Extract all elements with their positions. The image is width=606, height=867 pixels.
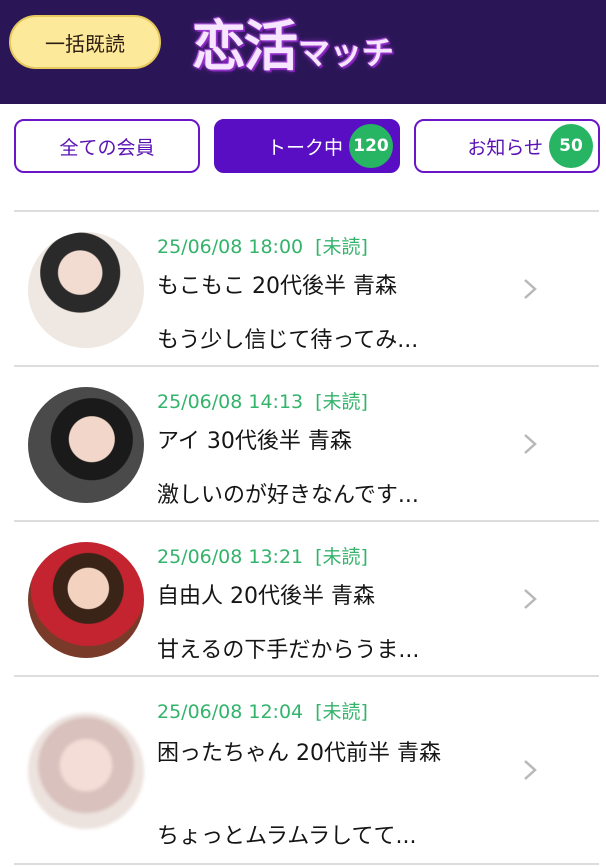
message-preview: ちょっとムラムラしてて... (157, 824, 417, 849)
chevron-right-icon (524, 760, 537, 780)
chevron-right-icon (524, 279, 537, 299)
message-timestamp: 25/06/08 13:21 [未読] (157, 542, 368, 569)
tab-all-members[interactable]: 全ての会員 (14, 119, 200, 173)
app-header: 一括既読 恋活 マッチ (0, 0, 606, 104)
tab-notifications-label: お知らせ (467, 136, 543, 159)
message-timestamp: 25/06/08 14:13 [未読] (157, 387, 368, 414)
timestamp-text: 25/06/08 14:13 (157, 391, 304, 413)
unread-status: [未読] (315, 701, 368, 723)
message-preview: 甘えるの下手だからうま... (157, 638, 420, 663)
chevron-right-icon (524, 589, 537, 609)
avatar (28, 542, 144, 658)
member-name: 困ったちゃん 20代前半 青森 (157, 741, 441, 766)
timestamp-text: 25/06/08 13:21 (157, 546, 304, 568)
bulk-mark-read-button[interactable]: 一括既読 (9, 15, 161, 69)
chevron-right-icon (524, 434, 537, 454)
conversation-row[interactable]: 25/06/08 12:04 [未読] 困ったちゃん 20代前半 青森 ちょっとム… (14, 677, 599, 865)
talking-count-badge: 120 (349, 124, 393, 168)
conversation-row[interactable]: 25/06/08 13:21 [未読] 自由人 20代後半 青森 甘えるの下手だか… (14, 522, 599, 677)
message-timestamp: 25/06/08 12:04 [未読] (157, 697, 368, 724)
avatar (28, 232, 144, 348)
unread-status: [未読] (315, 546, 368, 568)
member-name: もこもこ 20代後半 青森 (157, 274, 397, 299)
message-timestamp: 25/06/08 18:00 [未読] (157, 232, 368, 259)
member-name: 自由人 20代後半 青森 (157, 584, 375, 609)
tab-all-members-label: 全ての会員 (59, 136, 155, 159)
tab-talking[interactable]: トーク中 120 (214, 119, 400, 173)
member-name: アイ 30代後半 青森 (157, 429, 352, 454)
timestamp-text: 25/06/08 12:04 (157, 701, 304, 723)
message-preview: もう少し信じて待ってみ... (157, 328, 419, 353)
avatar (28, 387, 144, 503)
unread-status: [未読] (315, 236, 368, 258)
tab-notifications[interactable]: お知らせ 50 (414, 119, 600, 173)
conversation-row[interactable]: 25/06/08 14:13 [未読] アイ 30代後半 青森 激しいのが好きなん… (14, 367, 599, 522)
avatar (28, 713, 144, 829)
notifications-count-badge: 50 (549, 124, 593, 168)
tab-talking-label: トーク中 (266, 136, 343, 159)
unread-status: [未読] (315, 391, 368, 413)
logo-sub-text: マッチ (298, 34, 395, 72)
app-logo: 恋活 マッチ (192, 6, 394, 78)
message-preview: 激しいのが好きなんです... (157, 483, 419, 508)
conversation-row[interactable]: 25/06/08 18:00 [未読] もこもこ 20代後半 青森 もう少し信じて… (14, 212, 599, 367)
timestamp-text: 25/06/08 18:00 (157, 236, 304, 258)
logo-main-text: 恋活 (192, 14, 298, 78)
